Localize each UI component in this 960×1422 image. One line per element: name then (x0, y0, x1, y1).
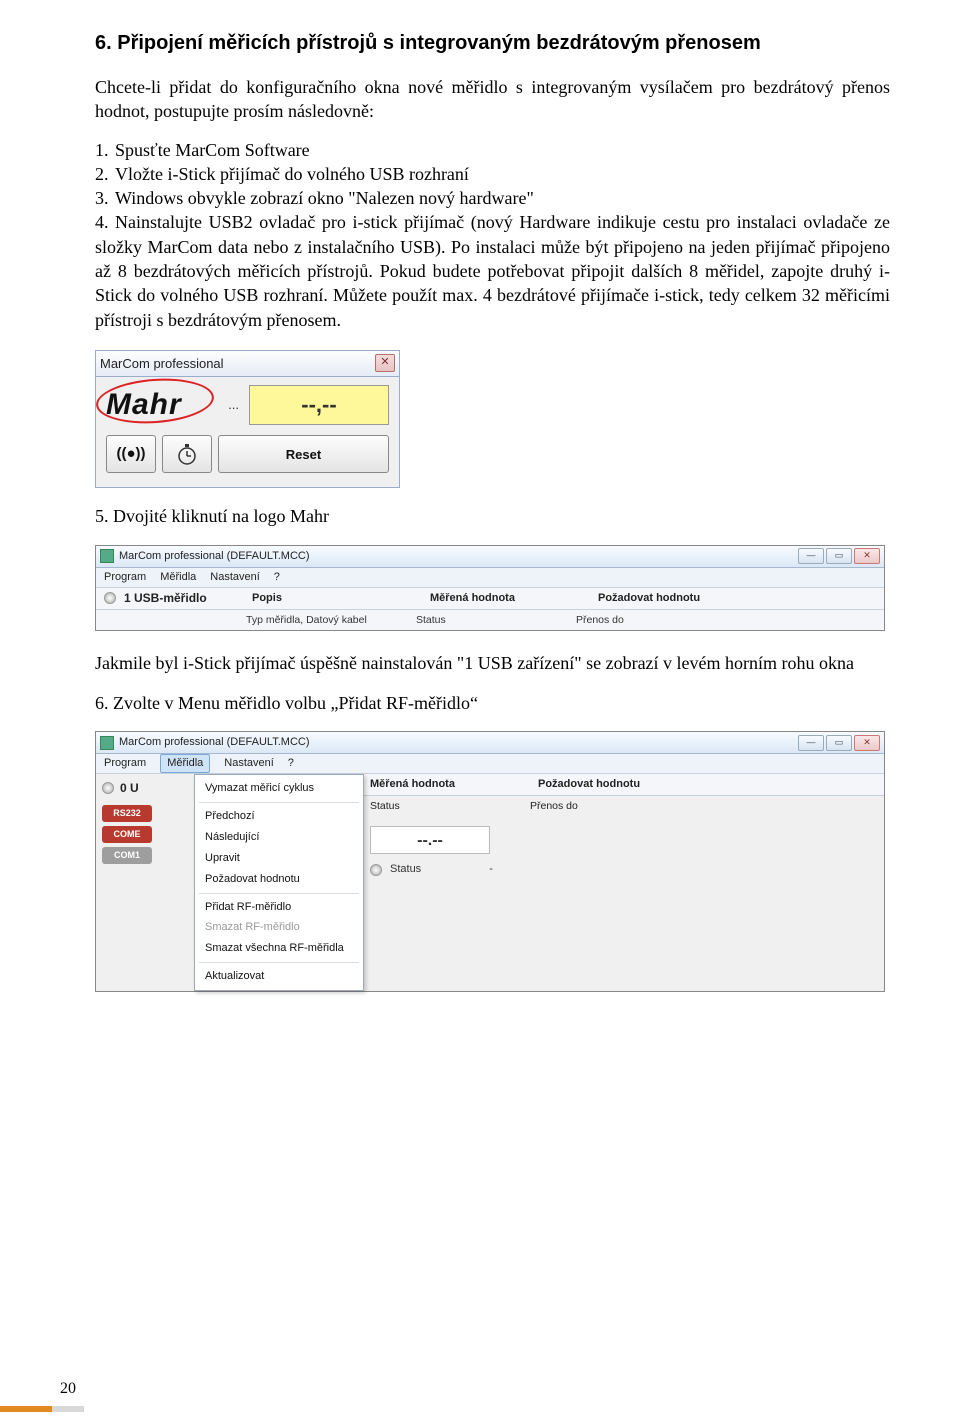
col-prenos: Přenos do (530, 799, 578, 813)
menu-program[interactable]: Program (104, 756, 146, 771)
maximize-icon[interactable]: ▭ (826, 548, 852, 564)
meridla-dropdown-menu: Vymazat měřicí cyklus Předchozí Následuj… (194, 774, 364, 991)
value-display: --,-- (249, 385, 389, 425)
page-number: 20 (60, 1378, 76, 1400)
menu-help[interactable]: ? (274, 570, 280, 585)
screenshot-marcom-tile: MarCom professional ✕ Mahr ... --,-- ((●… (95, 350, 400, 489)
badge-come[interactable]: COME (102, 826, 152, 843)
close-icon[interactable]: ✕ (854, 735, 880, 751)
status-line: Status - (370, 862, 878, 877)
menu-item-nasledujici[interactable]: Následující (195, 827, 363, 848)
device-count-label: 0 U (120, 780, 139, 796)
red-circle-annotation (95, 375, 216, 427)
window-titlebar: MarCom professional (DEFAULT.MCC) — ▭ ✕ (96, 732, 884, 754)
menu-item-predchozi[interactable]: Předchozí (195, 806, 363, 827)
table-header: Měřená hodnota Požadovat hodnotu (364, 774, 884, 796)
badge-rs232[interactable]: RS232 (102, 805, 152, 822)
col-status: Status (416, 613, 576, 627)
menu-item-smazat-rf: Smazat RF-měřidlo (195, 917, 363, 938)
step-3: Windows obvykle zobrazí okno "Nalezen no… (115, 188, 534, 208)
section-heading: 6. Připojení měřicích přístrojů s integr… (95, 30, 890, 57)
reset-button[interactable]: Reset (218, 435, 389, 473)
col-merena: Měřená hodnota (430, 591, 590, 606)
status-lamp-icon (102, 782, 114, 794)
table-subheader: Typ měřidla, Datový kabel Status Přenos … (96, 610, 884, 630)
app-icon (100, 549, 114, 563)
col-pozadovat: Požadovat hodnotu (538, 777, 640, 792)
step-4: Nainstalujte USB2 ovladač pro i-stick př… (95, 212, 890, 329)
paragraph-2: Jakmile byl i-Stick přijímač úspěšně nai… (95, 651, 890, 675)
window-title: MarCom professional (DEFAULT.MCC) (119, 549, 310, 564)
close-icon[interactable]: ✕ (854, 548, 880, 564)
menu-item-pozadovat[interactable]: Požadovat hodnotu (195, 869, 363, 890)
status-label: Status (390, 862, 421, 877)
window-title: MarCom professional (100, 355, 224, 373)
table-subheader: Status Přenos do (364, 796, 884, 816)
step-1: Spusťte MarCom Software (115, 140, 310, 160)
col-status: Status (370, 799, 490, 813)
menu-nastaveni[interactable]: Nastavení (210, 570, 260, 585)
timer-button[interactable] (162, 435, 212, 473)
menu-item-vymazat[interactable]: Vymazat měřicí cyklus (195, 778, 363, 799)
menu-item-aktualizovat[interactable]: Aktualizovat (195, 966, 363, 987)
device-count-label: 1 USB-měřidlo (124, 590, 244, 606)
menu-meridla[interactable]: Měřidla (160, 754, 210, 773)
col-prenos: Přenos do (576, 613, 876, 627)
status-value: - (489, 862, 493, 877)
step-2: Vložte i-Stick přijímač do volného USB r… (115, 164, 469, 184)
close-icon[interactable]: ✕ (375, 354, 395, 372)
badge-com1[interactable]: COM1 (102, 847, 152, 864)
minimize-icon[interactable]: — (798, 735, 824, 751)
table-header: 1 USB-měřidlo Popis Měřená hodnota Požad… (96, 588, 884, 610)
screenshot-marcom-window-1: MarCom professional (DEFAULT.MCC) — ▭ ✕ … (95, 545, 885, 631)
menu-bar: Program Měřidla Nastavení ? (96, 754, 884, 774)
ellipsis-button[interactable]: ... (228, 396, 239, 414)
minimize-icon[interactable]: — (798, 548, 824, 564)
menu-item-smazat-vse-rf[interactable]: Smazat všechna RF-měřidla (195, 938, 363, 959)
menu-meridla[interactable]: Měřidla (160, 570, 196, 585)
window-titlebar: MarCom professional ✕ (95, 350, 400, 376)
col-popis: Popis (252, 591, 422, 606)
stopwatch-icon (175, 442, 199, 466)
status-lamp-icon (370, 864, 382, 876)
intro-paragraph: Chcete-li přidat do konfiguračního okna … (95, 75, 890, 124)
maximize-icon[interactable]: ▭ (826, 735, 852, 751)
col-pozadovat: Požadovat hodnotu (598, 591, 876, 606)
col-merena: Měřená hodnota (370, 777, 530, 792)
col-typ: Typ měřidla, Datový kabel (246, 613, 416, 627)
step-5: 5. Dvojité kliknutí na logo Mahr (95, 504, 890, 528)
step-6: 6. Zvolte v Menu měřidlo volbu „Přidat R… (95, 691, 890, 715)
menu-bar: Program Měřidla Nastavení ? (96, 568, 884, 588)
menu-nastaveni[interactable]: Nastavení (224, 756, 274, 771)
app-icon (100, 736, 114, 750)
steps-block: 1.Spusťte MarCom Software 2.Vložte i-Sti… (95, 138, 890, 332)
wireless-button[interactable]: ((●)) (106, 435, 156, 473)
menu-item-pridat-rf[interactable]: Přidat RF-měřidlo (195, 897, 363, 918)
window-title: MarCom professional (DEFAULT.MCC) (119, 735, 310, 750)
value-display: --.-- (370, 826, 490, 854)
menu-item-upravit[interactable]: Upravit (195, 848, 363, 869)
menu-help[interactable]: ? (288, 756, 294, 771)
status-lamp-icon (104, 592, 116, 604)
footer-accent-bar (0, 1406, 52, 1412)
footer-accent-bar-grey (52, 1406, 84, 1412)
menu-program[interactable]: Program (104, 570, 146, 585)
mahr-logo[interactable]: Mahr (106, 385, 220, 426)
screenshot-marcom-window-2: MarCom professional (DEFAULT.MCC) — ▭ ✕ … (95, 731, 885, 992)
window-titlebar: MarCom professional (DEFAULT.MCC) — ▭ ✕ (96, 546, 884, 568)
